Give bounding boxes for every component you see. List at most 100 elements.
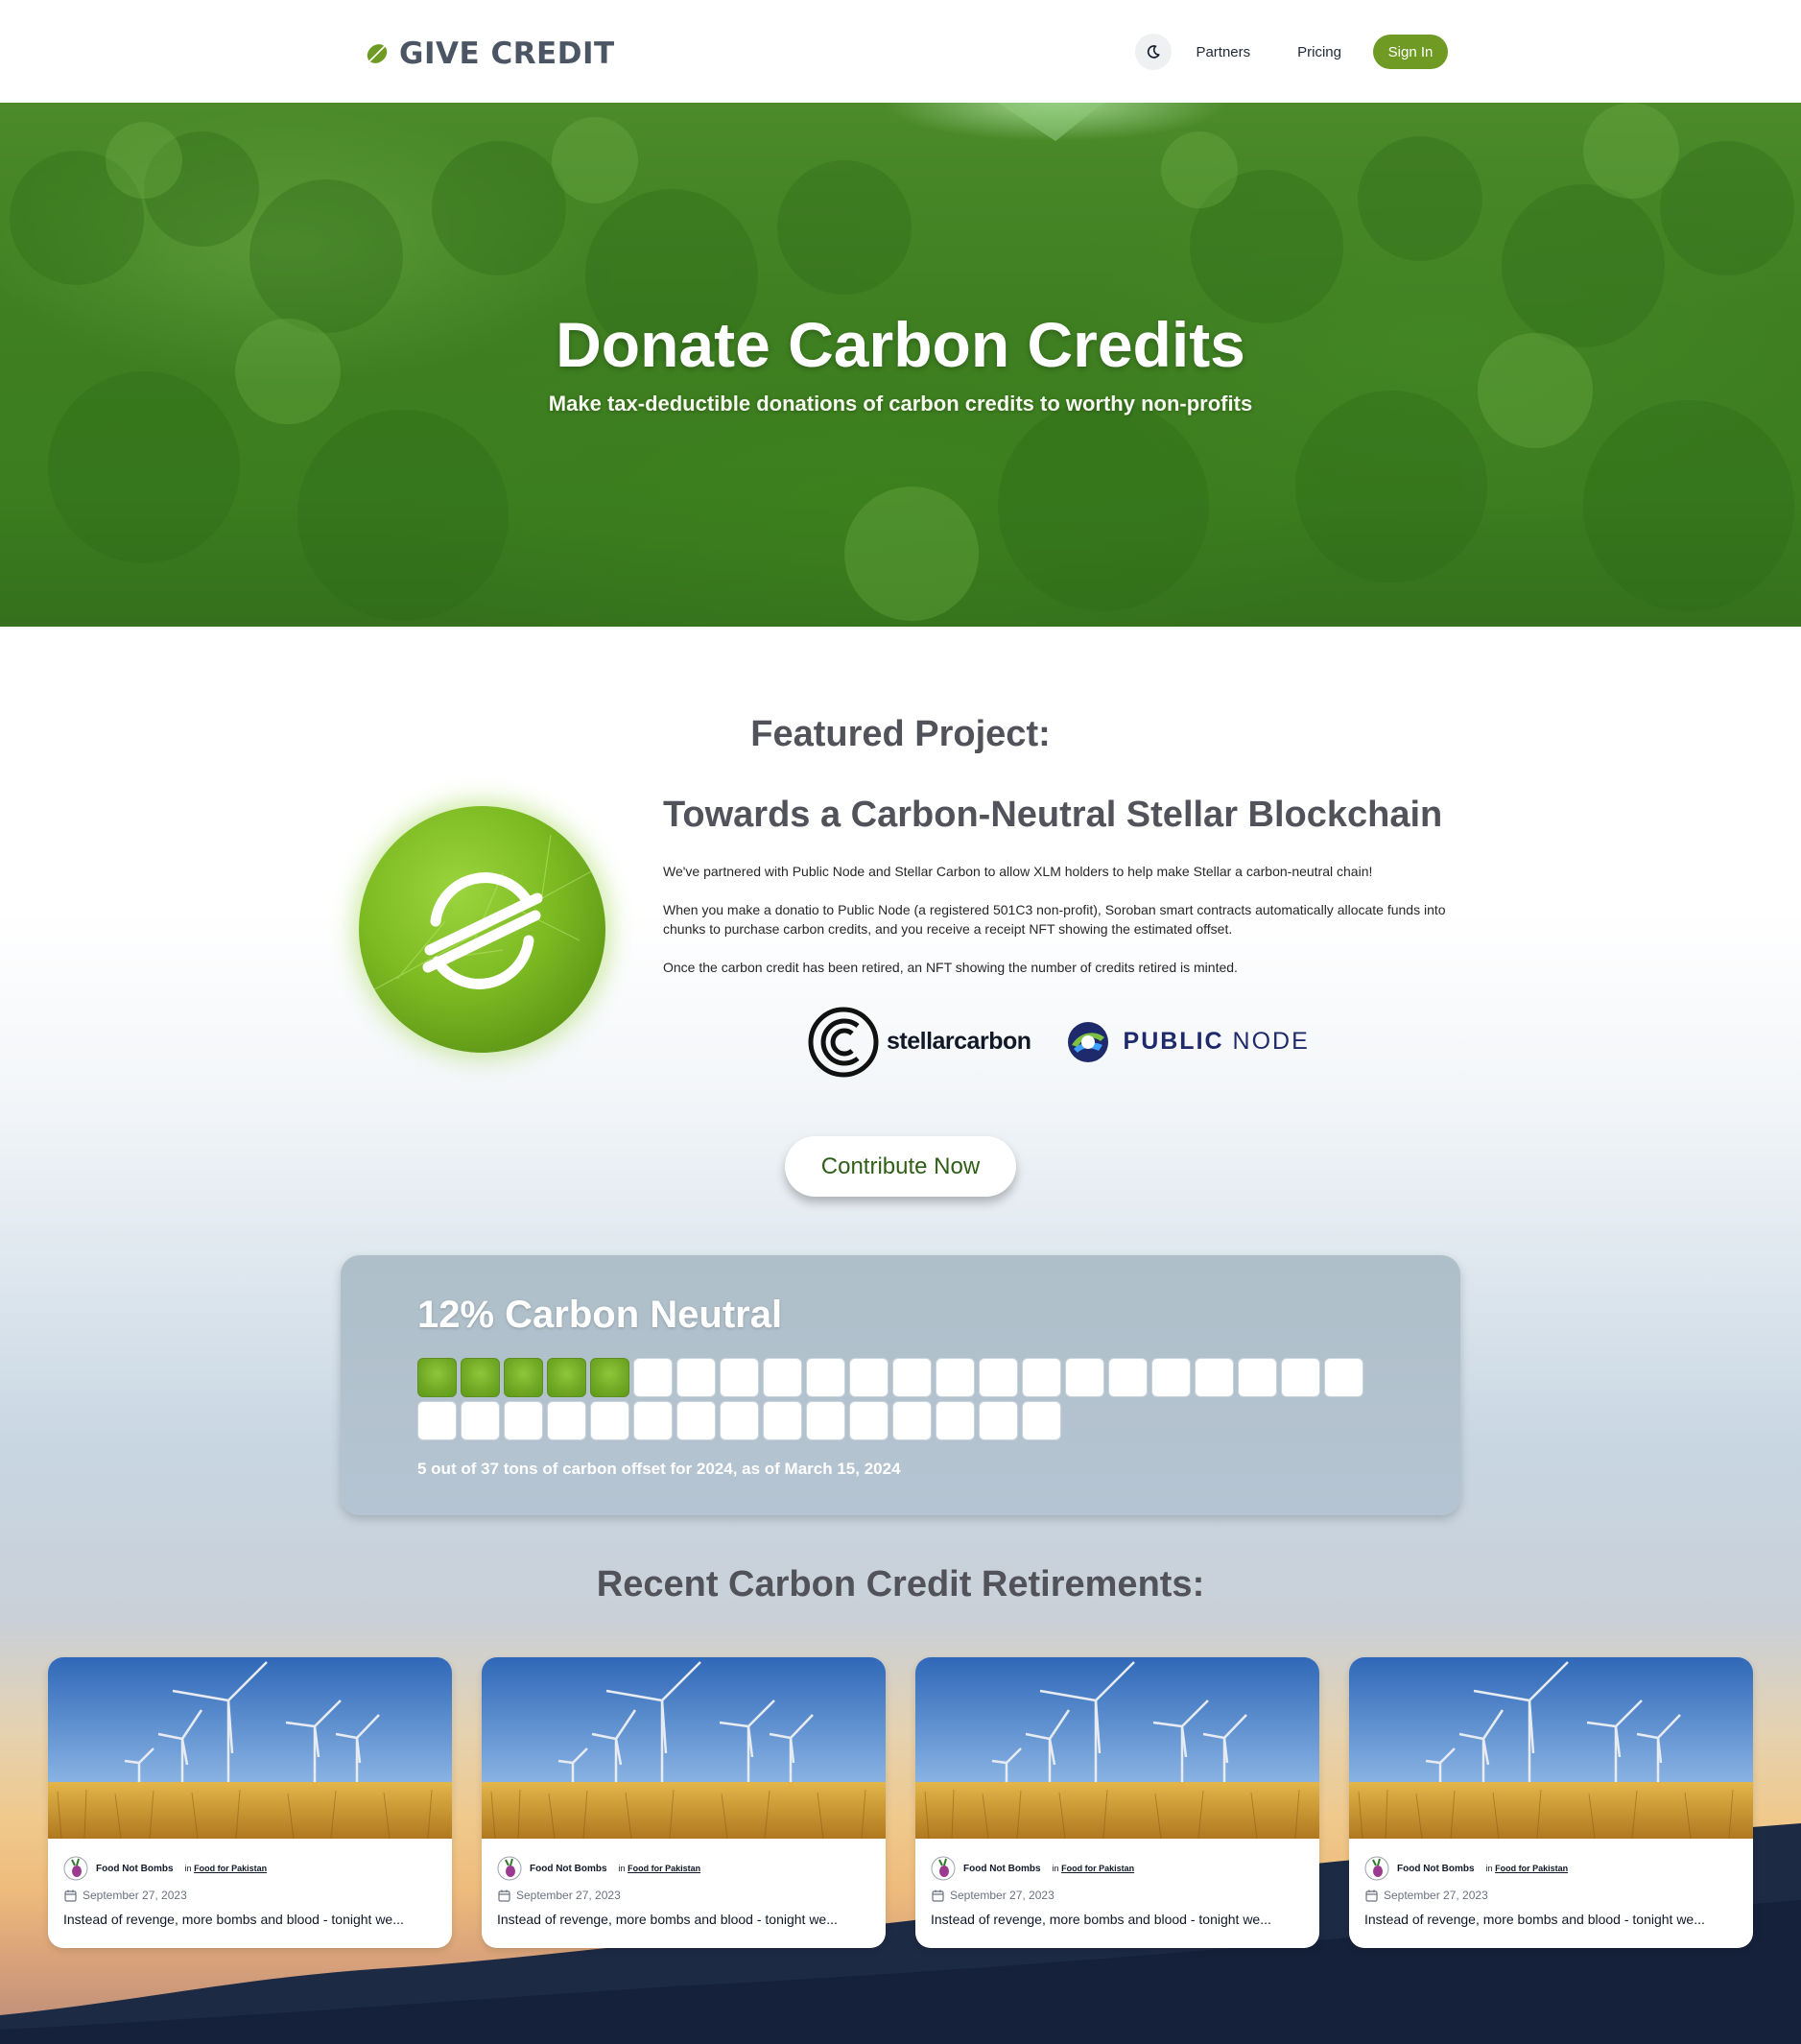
ton-cell-empty (892, 1401, 932, 1440)
ton-cell-empty (1324, 1358, 1363, 1397)
card-project-link[interactable]: Food for Pakistan (194, 1864, 267, 1873)
retirement-card[interactable]: Food Not Bombs in Food for Pakistan Sept… (482, 1657, 886, 1948)
calendar-icon (64, 1890, 77, 1902)
carbon-ton-grid (417, 1358, 1377, 1440)
card-date-text: September 27, 2023 (1384, 1889, 1488, 1902)
project-paragraph-2: When you make a donatio to Public Node (… (663, 902, 1446, 937)
avatar[interactable] (63, 1856, 88, 1881)
card-date-text: September 27, 2023 (516, 1889, 621, 1902)
moon-icon (1148, 45, 1161, 59)
ton-cell-empty (1238, 1358, 1277, 1397)
card-excerpt: Instead of revenge, more bombs and blood… (931, 1912, 1271, 1927)
retirement-card[interactable]: Food Not Bombs in Food for Pakistan Sept… (1349, 1657, 1753, 1948)
wind-turbines-image (48, 1657, 452, 1839)
carbon-neutral-title: 12% Carbon Neutral (417, 1294, 783, 1336)
card-meta: Food Not Bombs in Food for Pakistan (931, 1856, 1134, 1881)
ton-cell-filled (417, 1358, 457, 1397)
card-meta: Food Not Bombs in Food for Pakistan (1364, 1856, 1568, 1881)
card-date: September 27, 2023 (498, 1889, 621, 1902)
sign-in-button[interactable]: Sign In (1373, 35, 1448, 69)
featured-project-image (359, 806, 605, 1053)
wind-turbines-image (482, 1657, 886, 1839)
project-paragraph-1: We've partnered with Public Node and Ste… (663, 864, 1373, 879)
stellarcarbon-icon (808, 1007, 879, 1077)
card-project-link[interactable]: Food for Pakistan (1061, 1864, 1134, 1873)
calendar-icon (1365, 1890, 1378, 1902)
ton-cell-empty (1065, 1358, 1104, 1397)
calendar-icon (498, 1890, 510, 1902)
project-paragraph-3: Once the carbon credit has been retired,… (663, 960, 1238, 975)
carbon-neutral-caption: 5 out of 37 tons of carbon offset for 20… (417, 1460, 901, 1478)
avatar[interactable] (931, 1856, 956, 1881)
partner-logos: stellarcarbon PUBLIC NODE (808, 1006, 1310, 1078)
ton-cell-empty (1022, 1401, 1061, 1440)
ton-cell-empty (1108, 1358, 1148, 1397)
card-org-name[interactable]: Food Not Bombs (530, 1864, 607, 1874)
ton-cell-empty (461, 1401, 500, 1440)
ton-cell-empty (849, 1358, 889, 1397)
ton-cell-empty (763, 1358, 802, 1397)
card-meta: Food Not Bombs in Food for Pakistan (63, 1856, 267, 1881)
card-excerpt: Instead of revenge, more bombs and blood… (1364, 1912, 1705, 1927)
contribute-now-button[interactable]: Contribute Now (785, 1136, 1016, 1197)
retirement-card[interactable]: Food Not Bombs in Food for Pakistan Sept… (48, 1657, 452, 1948)
ton-cell-empty (936, 1358, 975, 1397)
main-nav: Partners Pricing Sign In (1135, 34, 1448, 70)
card-project: in Food for Pakistan (1052, 1864, 1135, 1873)
publicnode-logo[interactable]: PUBLIC NODE (1066, 1020, 1310, 1064)
brand-name: GIVE CREDIT (399, 36, 615, 71)
calendar-icon (932, 1890, 944, 1902)
avatar[interactable] (497, 1856, 522, 1881)
nav-pricing-link[interactable]: Pricing (1297, 44, 1341, 60)
ton-cell-empty (1281, 1358, 1320, 1397)
retirements-heading: Recent Carbon Credit Retirements: (596, 1564, 1205, 1604)
card-project-link[interactable]: Food for Pakistan (628, 1864, 700, 1873)
ton-cell-empty (806, 1401, 845, 1440)
hero-title: Donate Carbon Credits (556, 309, 1245, 380)
publicnode-wordmark: PUBLIC NODE (1123, 1028, 1310, 1055)
card-org-name[interactable]: Food Not Bombs (1397, 1864, 1475, 1874)
hero-subtitle: Make tax-deductible donations of carbon … (548, 392, 1253, 416)
ton-cell-empty (633, 1401, 673, 1440)
ton-cell-empty (806, 1358, 845, 1397)
ton-cell-empty (936, 1401, 975, 1440)
stellarcarbon-logo[interactable]: stellarcarbon (808, 1007, 1031, 1078)
ton-cell-empty (849, 1401, 889, 1440)
ton-cell-filled (461, 1358, 500, 1397)
ton-cell-empty (633, 1358, 673, 1397)
ton-cell-empty (1022, 1358, 1061, 1397)
card-project: in Food for Pakistan (618, 1864, 701, 1873)
card-project: in Food for Pakistan (1485, 1864, 1569, 1873)
featured-heading: Featured Project: (750, 714, 1051, 754)
card-org-name[interactable]: Food Not Bombs (96, 1864, 174, 1874)
card-project-link[interactable]: Food for Pakistan (1495, 1864, 1568, 1873)
card-date: September 27, 2023 (64, 1889, 187, 1902)
avatar[interactable] (1364, 1856, 1389, 1881)
ton-cell-empty (892, 1358, 932, 1397)
project-title: Towards a Carbon-Neutral Stellar Blockch… (663, 795, 1443, 835)
ton-cell-empty (979, 1401, 1018, 1440)
carbon-neutral-panel: 12% Carbon Neutral 5 out of 37 tons of c… (341, 1255, 1460, 1515)
ton-cell-filled (590, 1358, 629, 1397)
card-date: September 27, 2023 (932, 1889, 1055, 1902)
card-excerpt: Instead of revenge, more bombs and blood… (497, 1912, 838, 1927)
ton-cell-empty (417, 1401, 457, 1440)
retirement-card[interactable]: Food Not Bombs in Food for Pakistan Sept… (915, 1657, 1319, 1948)
card-org-name[interactable]: Food Not Bombs (963, 1864, 1041, 1874)
ton-cell-empty (1151, 1358, 1191, 1397)
card-meta: Food Not Bombs in Food for Pakistan (497, 1856, 700, 1881)
wind-turbines-image (1349, 1657, 1753, 1839)
card-date: September 27, 2023 (1365, 1889, 1488, 1902)
ton-cell-empty (676, 1401, 716, 1440)
ton-cell-empty (504, 1401, 543, 1440)
brand-logo[interactable]: GIVE CREDIT (365, 35, 615, 73)
leaf-icon (367, 44, 388, 63)
site-header: GIVE CREDIT Partners Pricing Sign In (0, 0, 1801, 103)
ton-cell-empty (1195, 1358, 1234, 1397)
card-project: in Food for Pakistan (184, 1864, 268, 1873)
ton-cell-filled (547, 1358, 586, 1397)
nav-partners-link[interactable]: Partners (1196, 44, 1250, 60)
ton-cell-empty (763, 1401, 802, 1440)
ton-cell-empty (676, 1358, 716, 1397)
theme-toggle-button[interactable] (1135, 34, 1173, 70)
